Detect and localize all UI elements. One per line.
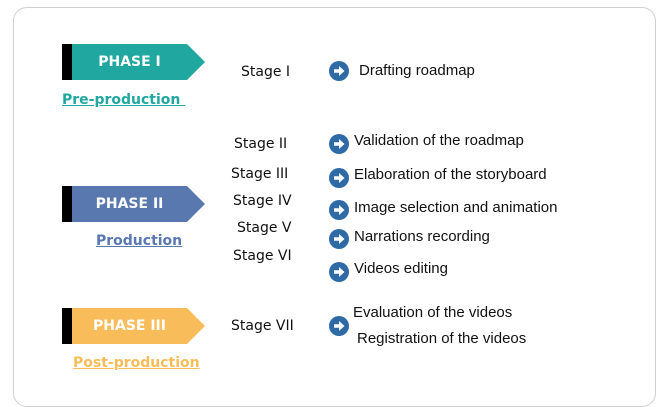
stage-2-task: Validation of the roadmap <box>354 132 524 149</box>
phase-1-tab: PHASE I <box>62 44 207 80</box>
arrow-right-icon <box>329 200 349 220</box>
stage-5-label: Stage V <box>237 220 292 236</box>
arrow-right-icon <box>329 61 349 81</box>
stage-7-task-2: Registration of the videos <box>357 330 527 347</box>
phase-2-bar <box>62 186 72 222</box>
phase-2-title: PHASE II <box>95 196 164 212</box>
stage-2-label: Stage II <box>234 136 288 152</box>
phase-1-title: PHASE I <box>98 54 161 70</box>
stage-6-label: Stage VI <box>233 248 292 264</box>
arrow-right-icon <box>329 134 349 154</box>
stage-3-task: Elaboration of the storyboard <box>354 166 547 183</box>
stage-4-label: Stage IV <box>233 193 292 209</box>
stage-1-task: Drafting roadmap <box>359 62 475 79</box>
phase-2-subtitle: Production <box>96 233 183 249</box>
phase-3-tab: PHASE III <box>62 308 207 344</box>
stage-5-task: Narrations recording <box>354 228 490 245</box>
phase-2-tab: PHASE II <box>62 186 207 222</box>
phase-3-subtitle: Post-production <box>73 355 200 371</box>
phase-1-subtitle: Pre-production <box>62 92 186 108</box>
stage-3-label: Stage III <box>231 166 289 182</box>
stage-1-label: Stage I <box>241 64 291 80</box>
stage-7-task-1: Evaluation of the videos <box>353 304 513 321</box>
phase-3-title: PHASE III <box>93 318 166 334</box>
arrow-right-icon <box>329 316 349 336</box>
arrow-right-icon <box>329 229 349 249</box>
stage-7-label: Stage VII <box>231 318 294 334</box>
stage-4-task: Image selection and animation <box>354 199 558 216</box>
stage-6-task: Videos editing <box>354 260 448 277</box>
arrow-right-icon <box>329 262 349 282</box>
phase-1-bar <box>62 44 72 80</box>
arrow-right-icon <box>329 168 349 188</box>
phase-3-bar <box>62 308 72 344</box>
